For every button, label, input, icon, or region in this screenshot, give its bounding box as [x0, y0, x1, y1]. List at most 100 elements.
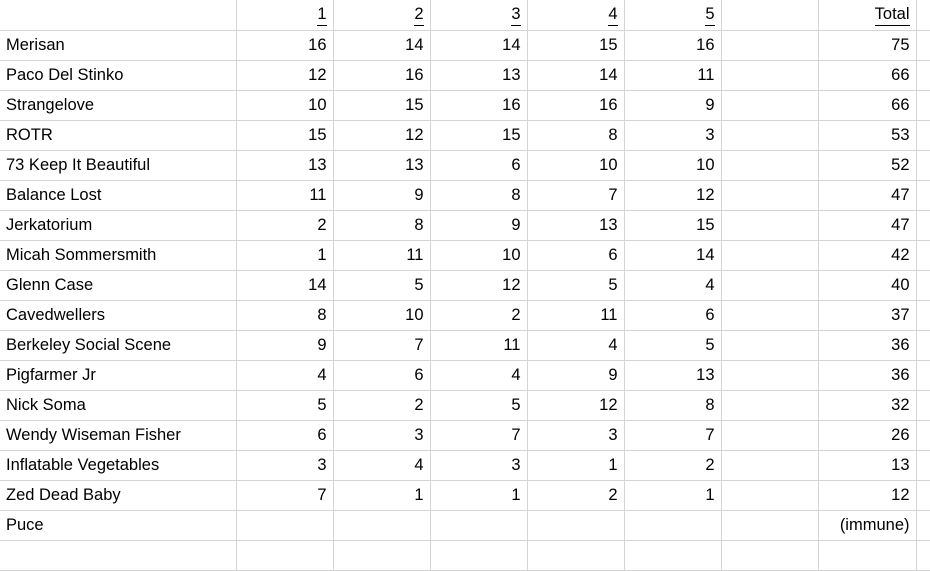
row-score-round-1[interactable]: 9	[236, 330, 334, 361]
row-score-round-4[interactable]: 16	[527, 90, 625, 121]
row-tail-cell[interactable]	[916, 210, 930, 241]
row-tail-cell[interactable]	[916, 510, 930, 541]
row-score-round-1[interactable]: 11	[236, 180, 334, 211]
row-score-round-2[interactable]: 10	[333, 300, 431, 331]
row-score-round-1[interactable]: 1	[236, 240, 334, 271]
row-score-round-4[interactable]: 11	[527, 300, 625, 331]
row-score-round-4[interactable]: 8	[527, 120, 625, 151]
row-score-round-1[interactable]: 2	[236, 210, 334, 241]
row-score-round-1[interactable]: 6	[236, 420, 334, 451]
row-entry-name[interactable]: Micah Sommersmith	[0, 240, 237, 271]
row-score-round-4[interactable]	[527, 510, 625, 541]
row-spacer-cell[interactable]	[721, 330, 819, 361]
row-total[interactable]: 47	[818, 210, 917, 241]
row-score-round-4[interactable]: 10	[527, 150, 625, 181]
row-spacer-cell[interactable]	[721, 210, 819, 241]
row-total[interactable]: 36	[818, 330, 917, 361]
row-score-round-3[interactable]: 14	[430, 30, 528, 61]
row-entry-name[interactable]: Strangelove	[0, 90, 237, 121]
row-score-round-2[interactable]: 12	[333, 120, 431, 151]
row-score-round-3[interactable]: 1	[430, 480, 528, 511]
row-tail-cell[interactable]	[916, 120, 930, 151]
row-score-round-4[interactable]: 3	[527, 420, 625, 451]
row-score-round-1[interactable]: 13	[236, 150, 334, 181]
row-score-round-1[interactable]: 16	[236, 30, 334, 61]
row-spacer-cell[interactable]	[721, 240, 819, 271]
row-score-round-3[interactable]: 2	[430, 300, 528, 331]
row-score-round-5[interactable]: 9	[624, 90, 722, 121]
row-score-round-2[interactable]: 6	[333, 360, 431, 391]
row-tail-cell[interactable]	[916, 480, 930, 511]
row-total[interactable]: 26	[818, 420, 917, 451]
row-score-round-3[interactable]: 10	[430, 240, 528, 271]
row-score-round-3[interactable]: 11	[430, 330, 528, 361]
row-score-round-1[interactable]	[236, 540, 334, 571]
row-score-round-4[interactable]: 9	[527, 360, 625, 391]
row-entry-name[interactable]: Balance Lost	[0, 180, 237, 211]
row-score-round-4[interactable]: 7	[527, 180, 625, 211]
row-entry-name[interactable]: Nick Soma	[0, 390, 237, 421]
row-score-round-1[interactable]: 14	[236, 270, 334, 301]
row-score-round-3[interactable]: 7	[430, 420, 528, 451]
row-score-round-1[interactable]: 5	[236, 390, 334, 421]
row-score-round-5[interactable]: 15	[624, 210, 722, 241]
row-score-round-1[interactable]: 7	[236, 480, 334, 511]
row-total[interactable]: 47	[818, 180, 917, 211]
row-score-round-2[interactable]: 4	[333, 450, 431, 481]
row-entry-name[interactable]: Pigfarmer Jr	[0, 360, 237, 391]
row-score-round-2[interactable]: 16	[333, 60, 431, 91]
row-score-round-2[interactable]	[333, 510, 431, 541]
row-tail-cell[interactable]	[916, 150, 930, 181]
row-score-round-5[interactable]: 3	[624, 120, 722, 151]
row-spacer-cell[interactable]	[721, 150, 819, 181]
row-tail-cell[interactable]	[916, 540, 930, 571]
row-score-round-5[interactable]: 16	[624, 30, 722, 61]
row-score-round-3[interactable]	[430, 510, 528, 541]
row-spacer-cell[interactable]	[721, 60, 819, 91]
row-score-round-3[interactable]: 6	[430, 150, 528, 181]
row-score-round-4[interactable]: 4	[527, 330, 625, 361]
row-score-round-2[interactable]: 3	[333, 420, 431, 451]
row-tail-cell[interactable]	[916, 330, 930, 361]
row-entry-name[interactable]: Berkeley Social Scene	[0, 330, 237, 361]
row-spacer-cell[interactable]	[721, 390, 819, 421]
row-score-round-4[interactable]: 13	[527, 210, 625, 241]
row-spacer-cell[interactable]	[721, 510, 819, 541]
row-entry-name[interactable]	[0, 540, 237, 571]
row-entry-name[interactable]: Jerkatorium	[0, 210, 237, 241]
row-score-round-3[interactable]: 3	[430, 450, 528, 481]
row-entry-name[interactable]: 73 Keep It Beautiful	[0, 150, 237, 181]
row-score-round-5[interactable]: 11	[624, 60, 722, 91]
row-entry-name[interactable]: Zed Dead Baby	[0, 480, 237, 511]
row-spacer-cell[interactable]	[721, 90, 819, 121]
row-tail-cell[interactable]	[916, 390, 930, 421]
row-score-round-2[interactable]: 1	[333, 480, 431, 511]
row-score-round-2[interactable]: 11	[333, 240, 431, 271]
row-score-round-4[interactable]: 15	[527, 30, 625, 61]
row-score-round-1[interactable]: 3	[236, 450, 334, 481]
row-score-round-3[interactable]: 8	[430, 180, 528, 211]
row-total[interactable]: 66	[818, 90, 917, 121]
row-score-round-1[interactable]: 15	[236, 120, 334, 151]
row-tail-cell[interactable]	[916, 360, 930, 391]
row-score-round-5[interactable]	[624, 510, 722, 541]
row-total[interactable]: 75	[818, 30, 917, 61]
row-score-round-4[interactable]: 6	[527, 240, 625, 271]
row-tail-cell[interactable]	[916, 60, 930, 91]
row-entry-name[interactable]: Puce	[0, 510, 237, 541]
row-score-round-3[interactable]: 4	[430, 360, 528, 391]
row-entry-name[interactable]: Glenn Case	[0, 270, 237, 301]
row-spacer-cell[interactable]	[721, 360, 819, 391]
row-score-round-2[interactable]: 5	[333, 270, 431, 301]
row-score-round-2[interactable]	[333, 540, 431, 571]
row-entry-name[interactable]: Inflatable Vegetables	[0, 450, 237, 481]
row-score-round-2[interactable]: 15	[333, 90, 431, 121]
row-total[interactable]: 37	[818, 300, 917, 331]
row-entry-name[interactable]: Cavedwellers	[0, 300, 237, 331]
row-score-round-2[interactable]: 9	[333, 180, 431, 211]
row-score-round-5[interactable]: 4	[624, 270, 722, 301]
row-score-round-1[interactable]: 12	[236, 60, 334, 91]
row-score-round-3[interactable]: 16	[430, 90, 528, 121]
row-entry-name[interactable]: Merisan	[0, 30, 237, 61]
row-score-round-3[interactable]: 9	[430, 210, 528, 241]
